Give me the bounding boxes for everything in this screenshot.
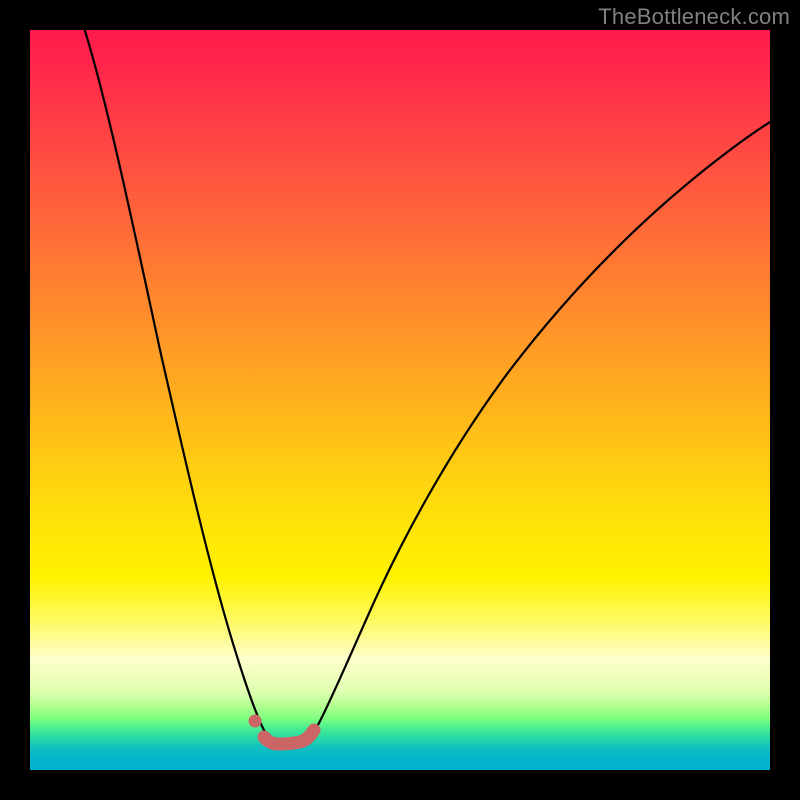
- bottleneck-curve: [78, 10, 775, 743]
- watermark-text: TheBottleneck.com: [598, 4, 790, 30]
- chart-overlay: [30, 30, 770, 770]
- plot-area: [30, 30, 770, 770]
- trough-segment: [264, 730, 314, 744]
- chart-frame: TheBottleneck.com: [0, 0, 800, 800]
- marker-point: [249, 715, 262, 728]
